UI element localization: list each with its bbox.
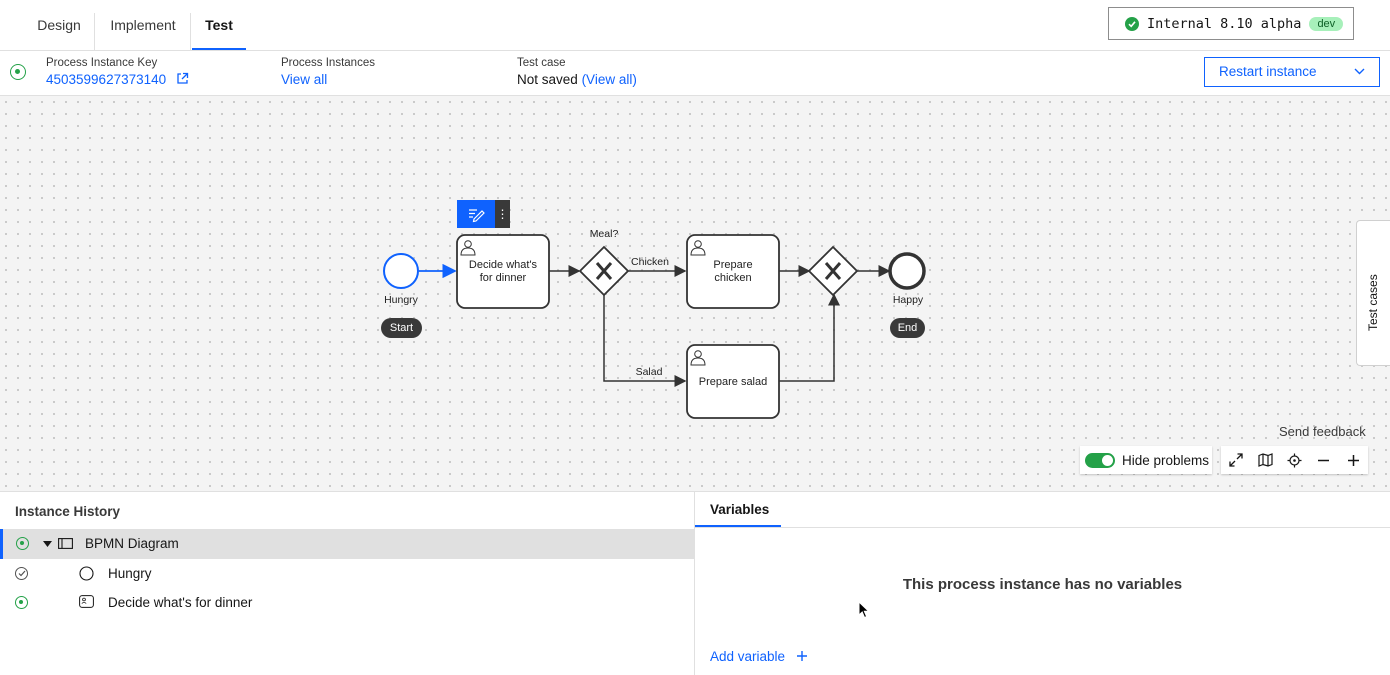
active-status-icon <box>15 596 28 609</box>
instance-key-link[interactable]: 4503599627373140 <box>46 72 189 87</box>
no-variables-message: This process instance has no variables <box>902 576 1183 593</box>
tab-divider <box>94 13 95 50</box>
edit-task-button[interactable] <box>457 200 495 228</box>
bpmn-diagram: Hungry Decide what's for dinner Meal? Ch… <box>383 228 926 419</box>
canvas-tools <box>1221 446 1368 474</box>
more-options-button[interactable]: ⋮ <box>495 200 510 228</box>
instance-info-bar: Process Instance Key 4503599627373140 Pr… <box>0 51 1390 96</box>
task-chicken-label-line2: chicken <box>714 272 751 284</box>
history-item-label: BPMN Diagram <box>85 536 179 551</box>
hide-problems-toggle[interactable] <box>1085 452 1115 468</box>
divider <box>695 527 1390 528</box>
test-case-value: Not saved (View all) <box>517 72 637 87</box>
add-variable-button[interactable]: Add variable <box>710 649 807 664</box>
instance-key-value: 4503599627373140 <box>46 72 167 87</box>
zoom-in-icon[interactable] <box>1343 450 1363 470</box>
fullscreen-icon[interactable] <box>1226 450 1246 470</box>
start-badge: Start <box>381 318 422 338</box>
mouse-cursor-icon <box>858 601 870 619</box>
overflow-menu-icon: ⋮ <box>496 207 509 221</box>
external-link-icon <box>177 72 189 84</box>
view-all-test-cases-link[interactable]: (View all) <box>582 72 637 87</box>
end-event[interactable] <box>888 252 926 290</box>
start-event[interactable] <box>383 253 419 289</box>
edit-list-icon <box>469 209 485 223</box>
check-circle-icon <box>1125 16 1139 31</box>
exclusive-gateway-split[interactable] <box>578 245 630 297</box>
recenter-icon[interactable] <box>1284 450 1304 470</box>
restart-instance-button[interactable]: Restart instance <box>1204 57 1380 87</box>
instance-history-title: Instance History <box>15 504 121 519</box>
active-status-icon <box>16 537 29 550</box>
environment-name: Internal 8.10 alpha <box>1147 15 1302 32</box>
zoom-out-icon[interactable] <box>1314 450 1334 470</box>
test-case-status: Not saved <box>517 72 578 87</box>
history-row[interactable]: Hungry <box>0 559 694 589</box>
variables-panel: Variables This process instance has no v… <box>695 492 1390 675</box>
hide-problems-control[interactable]: Hide problems <box>1080 446 1212 474</box>
tab-implement[interactable]: Implement <box>96 0 190 50</box>
flow-chicken-label: Chicken <box>631 256 669 268</box>
tab-test[interactable]: Test <box>192 0 246 50</box>
task-prepare-chicken[interactable]: Prepare chicken <box>686 234 780 309</box>
caret-down-icon[interactable] <box>43 541 52 547</box>
task-salad-label: Prepare salad <box>699 376 768 388</box>
top-tab-bar: Design Implement Test Internal 8.10 alph… <box>0 0 1390 51</box>
flow-salad-to-join[interactable] <box>779 293 840 382</box>
history-item-label: Decide what's for dinner <box>108 595 253 610</box>
flow-salad-label: Salad <box>636 366 663 378</box>
send-feedback-link[interactable]: Send feedback <box>1279 424 1366 439</box>
process-icon <box>58 538 73 549</box>
instance-status-icon <box>10 64 26 80</box>
history-row[interactable]: BPMN Diagram <box>0 529 694 559</box>
hide-problems-label: Hide problems <box>1122 452 1210 468</box>
bottom-panels: Instance History BPMN Diagram Hungry Dec… <box>0 491 1390 675</box>
history-row[interactable]: Decide what's for dinner <box>0 588 694 618</box>
start-event-label: Hungry <box>384 294 419 306</box>
gateway-meal-label: Meal? <box>590 228 619 240</box>
task-decide-label-line2: for dinner <box>480 272 527 284</box>
element-context-pad: ⋮ <box>457 200 510 228</box>
end-event-label: Happy <box>893 294 924 306</box>
restart-instance-label: Restart instance <box>1219 64 1317 79</box>
instance-history-panel: Instance History BPMN Diagram Hungry Dec… <box>0 492 695 675</box>
test-cases-tab-label: Test cases <box>1366 274 1380 331</box>
plus-icon <box>796 651 807 661</box>
environment-tag: dev <box>1309 16 1344 31</box>
environment-badge[interactable]: Internal 8.10 alpha dev <box>1108 7 1354 40</box>
bpmn-canvas[interactable]: Hungry Decide what's for dinner Meal? Ch… <box>0 96 1390 491</box>
task-decide-dinner[interactable]: Decide what's for dinner <box>456 234 550 309</box>
test-case-label: Test case <box>517 57 566 69</box>
exclusive-gateway-join[interactable] <box>807 245 859 297</box>
start-event-icon <box>79 566 94 581</box>
instance-key-label: Process Instance Key <box>46 57 158 69</box>
tab-divider <box>190 13 191 50</box>
minimap-icon[interactable] <box>1255 450 1275 470</box>
add-variable-label: Add variable <box>710 649 786 664</box>
tab-variables[interactable]: Variables <box>695 492 781 527</box>
task-prepare-salad[interactable]: Prepare salad <box>686 344 780 419</box>
user-task-icon <box>79 595 94 608</box>
view-all-instances-link[interactable]: View all <box>281 72 327 87</box>
chevron-down-icon <box>1354 68 1365 75</box>
completed-status-icon <box>15 567 28 580</box>
tab-design[interactable]: Design <box>24 0 94 50</box>
task-decide-label-line1: Decide what's <box>469 259 538 271</box>
end-badge: End <box>890 318 925 338</box>
process-instances-label: Process Instances <box>281 57 375 69</box>
history-item-label: Hungry <box>108 566 152 581</box>
task-chicken-label-line1: Prepare <box>713 259 752 271</box>
test-cases-side-tab[interactable]: Test cases <box>1356 220 1390 366</box>
